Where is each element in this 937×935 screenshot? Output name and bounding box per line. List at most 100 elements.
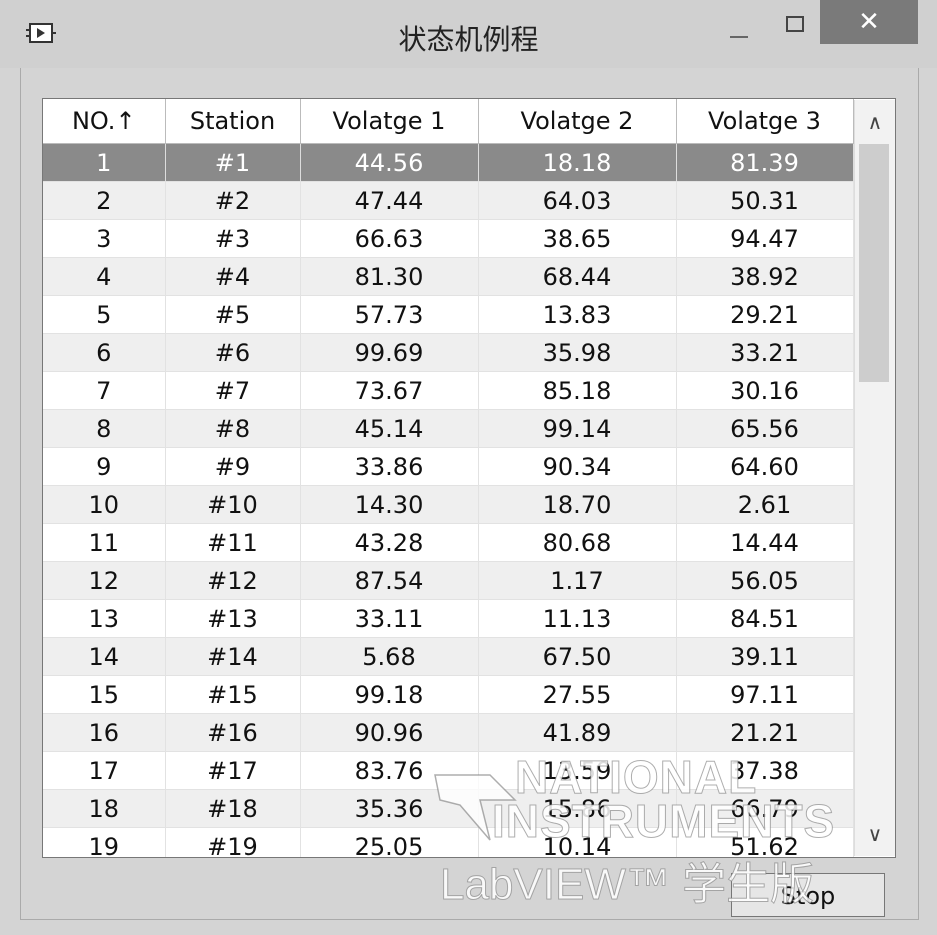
cell-no: 1 <box>43 143 166 182</box>
cell-voltage-3: 39.11 <box>676 637 854 676</box>
cell-voltage-1: 25.05 <box>300 827 479 857</box>
scroll-up-icon[interactable]: ∧ <box>855 100 895 144</box>
cell-voltage-1: 45.14 <box>300 409 479 448</box>
table-row[interactable]: 14 #14 5.68 67.50 39.11 <box>43 637 854 676</box>
cell-voltage-2: 11.13 <box>478 599 677 638</box>
cell-station: #16 <box>165 713 301 752</box>
cell-no: 6 <box>43 333 166 372</box>
cell-voltage-1: 14.30 <box>300 485 479 524</box>
cell-voltage-3: 65.56 <box>676 409 854 448</box>
column-header-voltage-1[interactable]: Volatge 1 <box>300 99 479 144</box>
table-row[interactable]: 8 #8 45.14 99.14 65.56 <box>43 409 854 448</box>
maximize-icon[interactable] <box>776 10 816 42</box>
cell-no: 14 <box>43 637 166 676</box>
cell-station: #3 <box>165 219 301 258</box>
table-row[interactable]: 16 #16 90.96 41.89 21.21 <box>43 713 854 752</box>
cell-station: #1 <box>165 143 301 182</box>
cell-voltage-1: 5.68 <box>300 637 479 676</box>
cell-voltage-1: 44.56 <box>300 143 479 182</box>
table-row[interactable]: 6 #6 99.69 35.98 33.21 <box>43 333 854 372</box>
cell-voltage-2: 15.86 <box>478 789 677 828</box>
table-row[interactable]: 5 #5 57.73 13.83 29.21 <box>43 295 854 334</box>
cell-station: #18 <box>165 789 301 828</box>
cell-voltage-3: 94.47 <box>676 219 854 258</box>
cell-no: 8 <box>43 409 166 448</box>
cell-no: 18 <box>43 789 166 828</box>
cell-station: #12 <box>165 561 301 600</box>
cell-no: 13 <box>43 599 166 638</box>
table-row[interactable]: 18 #18 35.36 15.86 66.79 <box>43 789 854 828</box>
table-row[interactable]: 4 #4 81.30 68.44 38.92 <box>43 257 854 296</box>
cell-voltage-2: 80.68 <box>478 523 677 562</box>
cell-voltage-2: 64.03 <box>478 181 677 220</box>
cell-voltage-3: 97.11 <box>676 675 854 714</box>
cell-voltage-2: 99.14 <box>478 409 677 448</box>
title-bar[interactable]: 状态机例程 ✕ <box>0 0 937 68</box>
table-row[interactable]: 9 #9 33.86 90.34 64.60 <box>43 447 854 486</box>
cell-voltage-3: 14.44 <box>676 523 854 562</box>
cell-voltage-2: 41.89 <box>478 713 677 752</box>
table-row[interactable]: 17 #17 83.76 13.59 37.38 <box>43 751 854 790</box>
column-header-no[interactable]: NO.↑ <box>43 99 166 144</box>
table-row[interactable]: 1 #1 44.56 18.18 81.39 <box>43 143 854 182</box>
table-row[interactable]: 12 #12 87.54 1.17 56.05 <box>43 561 854 600</box>
cell-voltage-3: 37.38 <box>676 751 854 790</box>
table-row[interactable]: 13 #13 33.11 11.13 84.51 <box>43 599 854 638</box>
table-row[interactable]: 7 #7 73.67 85.18 30.16 <box>43 371 854 410</box>
cell-voltage-2: 27.55 <box>478 675 677 714</box>
stop-button[interactable]: Stop <box>731 873 885 917</box>
cell-voltage-1: 57.73 <box>300 295 479 334</box>
vertical-scrollbar[interactable]: ∧ ∨ <box>854 100 895 856</box>
cell-voltage-1: 99.18 <box>300 675 479 714</box>
table-row[interactable]: 3 #3 66.63 38.65 94.47 <box>43 219 854 258</box>
table-row[interactable]: 2 #2 47.44 64.03 50.31 <box>43 181 854 220</box>
cell-voltage-1: 33.86 <box>300 447 479 486</box>
cell-voltage-1: 81.30 <box>300 257 479 296</box>
table-row[interactable]: 10 #10 14.30 18.70 2.61 <box>43 485 854 524</box>
cell-voltage-1: 35.36 <box>300 789 479 828</box>
cell-no: 19 <box>43 827 166 857</box>
table-row[interactable]: 11 #11 43.28 80.68 14.44 <box>43 523 854 562</box>
cell-no: 15 <box>43 675 166 714</box>
cell-voltage-3: 50.31 <box>676 181 854 220</box>
cell-voltage-3: 81.39 <box>676 143 854 182</box>
scroll-down-icon[interactable]: ∨ <box>855 812 895 856</box>
header-row: NO.↑ Station Volatge 1 Volatge 2 Volatge… <box>43 99 854 144</box>
table-body: 1 #1 44.56 18.18 81.39 2 #2 47.44 64.03 50.31 3 #3 6… <box>43 143 854 857</box>
cell-voltage-1: 83.76 <box>300 751 479 790</box>
cell-voltage-1: 87.54 <box>300 561 479 600</box>
cell-voltage-3: 56.05 <box>676 561 854 600</box>
table-row[interactable]: 15 #15 99.18 27.55 97.11 <box>43 675 854 714</box>
table-row[interactable]: 19 #19 25.05 10.14 51.62 <box>43 827 854 857</box>
cell-station: #6 <box>165 333 301 372</box>
scroll-thumb[interactable] <box>859 144 889 382</box>
cell-voltage-3: 84.51 <box>676 599 854 638</box>
cell-voltage-3: 51.62 <box>676 827 854 857</box>
cell-no: 16 <box>43 713 166 752</box>
cell-voltage-1: 99.69 <box>300 333 479 372</box>
cell-voltage-3: 29.21 <box>676 295 854 334</box>
cell-station: #15 <box>165 675 301 714</box>
column-header-voltage-2[interactable]: Volatge 2 <box>478 99 677 144</box>
cell-voltage-1: 43.28 <box>300 523 479 562</box>
multicolumn-listbox[interactable]: NO.↑ Station Volatge 1 Volatge 2 Volatge… <box>42 98 896 858</box>
cell-station: #11 <box>165 523 301 562</box>
column-header-station[interactable]: Station <box>165 99 301 144</box>
cell-no: 2 <box>43 181 166 220</box>
minimize-icon[interactable] <box>718 18 758 50</box>
cell-voltage-2: 67.50 <box>478 637 677 676</box>
column-header-voltage-3[interactable]: Volatge 3 <box>676 99 854 144</box>
cell-voltage-3: 30.16 <box>676 371 854 410</box>
cell-voltage-2: 10.14 <box>478 827 677 857</box>
cell-no: 9 <box>43 447 166 486</box>
close-icon[interactable]: ✕ <box>820 0 918 44</box>
cell-voltage-3: 21.21 <box>676 713 854 752</box>
cell-voltage-1: 73.67 <box>300 371 479 410</box>
cell-station: #2 <box>165 181 301 220</box>
cell-no: 4 <box>43 257 166 296</box>
cell-station: #13 <box>165 599 301 638</box>
cell-voltage-2: 35.98 <box>478 333 677 372</box>
cell-voltage-3: 66.79 <box>676 789 854 828</box>
cell-no: 11 <box>43 523 166 562</box>
cell-station: #8 <box>165 409 301 448</box>
